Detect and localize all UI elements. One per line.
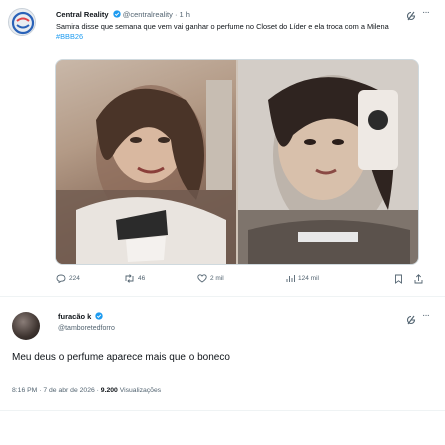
heart-icon xyxy=(197,274,207,283)
views-icon xyxy=(286,275,295,282)
verified-icon xyxy=(95,312,104,322)
divider xyxy=(0,296,445,297)
reply-header: furacão k @tamboretedforro xyxy=(58,312,115,332)
reply-text: Meu deus o perfume aparece mais que o bo… xyxy=(12,352,230,363)
views-action[interactable]: 124 mil xyxy=(286,274,319,283)
reply-author-avatar[interactable] xyxy=(12,312,40,340)
tweet-text-body: Samira disse que semana que vem vai ganh… xyxy=(56,22,389,31)
reply-meta: 8:16 PM · 7 de abr de 2026 · 9.200 Visua… xyxy=(12,387,161,394)
reply-views-label: Visualizações xyxy=(117,387,162,394)
media-photo-right[interactable] xyxy=(238,60,418,264)
tweet-media[interactable] xyxy=(55,59,419,265)
tweet-actions: 224 46 2 mil 124 mil xyxy=(56,274,428,288)
reply-author-name[interactable]: furacão k xyxy=(58,312,91,321)
like-action[interactable]: 2 mil xyxy=(197,274,224,283)
reply-action[interactable]: 224 xyxy=(56,274,80,283)
more-icon[interactable]: ··· xyxy=(422,310,430,321)
author-avatar[interactable] xyxy=(8,8,36,36)
reply-author-handle[interactable]: @tamboretedforro xyxy=(58,325,115,332)
repost-action[interactable]: 46 xyxy=(124,274,145,283)
repost-count: 46 xyxy=(138,275,146,282)
share-action[interactable] xyxy=(414,274,423,284)
author-name[interactable]: Central Reality xyxy=(56,10,109,19)
reply-views-count: 9.200 xyxy=(100,387,118,394)
post-time[interactable]: · 1 h xyxy=(175,10,190,19)
bookmark-icon xyxy=(395,274,402,284)
bookmark-action[interactable] xyxy=(394,274,403,284)
more-icon[interactable]: ··· xyxy=(422,7,430,18)
logo-avatar-icon xyxy=(9,9,35,35)
media-photo-left[interactable] xyxy=(56,60,236,264)
reply-count: 224 xyxy=(69,275,80,282)
hashtag-link[interactable]: #BBB26 xyxy=(56,32,83,41)
author-handle[interactable]: @centralreality xyxy=(123,10,173,19)
tweet-text: Samira disse que semana que vem vai ganh… xyxy=(56,22,416,41)
reply-timestamp[interactable]: 8:16 PM · 7 de abr de 2026 · xyxy=(12,387,101,394)
divider xyxy=(0,410,445,411)
reply-icon xyxy=(56,274,66,283)
grok-icon[interactable] xyxy=(405,312,417,325)
like-count: 2 mil xyxy=(210,275,224,282)
views-count: 124 mil xyxy=(298,275,319,282)
tweet-header: Central Reality @centralreality · 1 h xyxy=(56,10,190,20)
repost-icon xyxy=(125,274,134,283)
grok-icon[interactable] xyxy=(405,8,417,21)
share-icon xyxy=(414,274,423,284)
verified-icon xyxy=(112,10,121,20)
